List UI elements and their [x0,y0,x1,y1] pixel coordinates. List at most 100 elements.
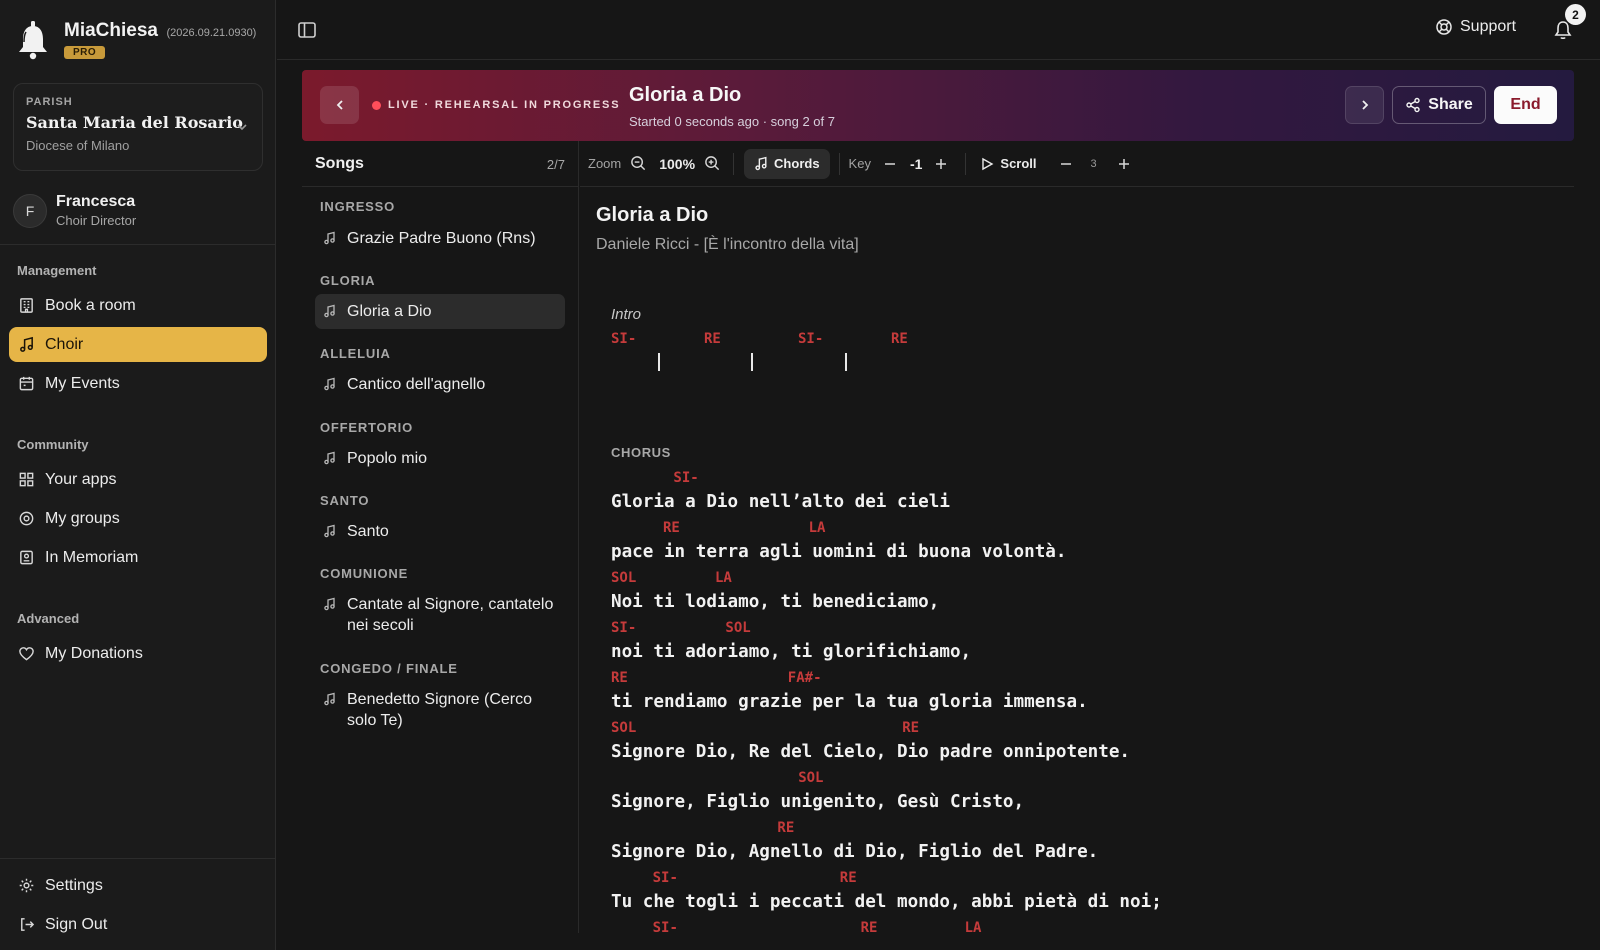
bar-line [751,353,753,371]
toolbar-divider [965,152,967,175]
sidebar-toggle-icon[interactable] [297,20,317,40]
chevron-down-icon [236,120,248,136]
divider [0,244,276,245]
song-item[interactable]: Cantico dell'agnello [315,367,565,402]
live-status: LIVE · REHEARSAL IN PROGRESS [372,99,620,111]
current-song-title: Gloria a Dio [629,84,742,106]
brand-name: MiaChiesa [64,20,158,41]
songs-count: 2/7 [546,157,565,172]
chevron-left-icon [336,100,343,110]
song-section-label: GLORIA [320,273,376,288]
music-note-icon [17,336,35,354]
music-note-icon [324,597,335,611]
song-item-label: Grazie Padre Buono (Rns) [347,230,536,247]
song-item[interactable]: Benedetto Signore (Cerco solo Te) [315,682,565,738]
song-item-active[interactable]: Gloria a Dio [315,294,565,329]
groups-icon [17,510,35,528]
scroll-slower-icon[interactable] [1057,155,1075,173]
lyric-line: Noi ti lodiamo, ti benediciamo, [611,592,940,612]
share-icon [1406,97,1420,113]
key-up-icon[interactable] [932,155,950,173]
chord-label: SI- [673,470,699,486]
key-down-icon[interactable] [881,155,899,173]
next-song-button[interactable] [1345,86,1384,124]
music-note-icon [324,377,335,391]
previous-song-button[interactable] [320,86,359,124]
building-icon [17,297,35,315]
sidebar-item-sign-out[interactable]: Sign Out [9,907,267,942]
sheet-song-author: Daniele Ricci - [È l'incontro della vita… [596,236,859,253]
support-label: Support [1460,18,1517,35]
sidebar-item-my-donations[interactable]: My Donations [9,636,267,671]
chord-label: SI- [611,620,637,636]
chords-label: Chords [774,156,820,171]
chord-label: RE [860,920,878,933]
song-section-label: CONGEDO / FINALE [320,661,458,676]
chord-label: RE [611,670,628,686]
music-note-icon [755,156,767,171]
key-label: Key [848,156,871,171]
sidebar-item-label: Your apps [45,470,117,488]
sidebar-item-my-groups[interactable]: My groups [9,501,267,536]
autoscroll-button[interactable]: Scroll [980,156,1037,171]
sidebar-item-choir[interactable]: Choir [9,327,267,362]
support-button[interactable]: Support [1435,18,1516,36]
sidebar-item-settings[interactable]: Settings [9,868,267,903]
memorial-frame-icon [17,549,35,567]
songs-title: Songs [315,155,364,172]
brand[interactable]: MiaChiesa (2026.09.21.0930) PRO [16,20,256,60]
music-note-icon [324,304,335,318]
user-profile[interactable]: F Francesca Choir Director [13,193,136,228]
divider [0,858,276,859]
sidebar-item-my-events[interactable]: My Events [9,366,267,401]
sidebar-item-label: Sign Out [45,915,108,933]
chords-toggle-button[interactable]: Chords [744,148,830,179]
sidebar-item-label: My Events [45,374,120,392]
songs-header: Songs 2/7 [302,141,579,187]
pro-badge: PRO [64,46,106,59]
parish-name: Santa Maria del Rosario [26,113,243,132]
end-rehearsal-button[interactable]: End [1494,86,1557,124]
heart-icon [17,645,35,663]
sidebar-item-your-apps[interactable]: Your apps [9,462,267,497]
lyric-line: pace in terra agli uomini di buona volon… [611,542,1067,562]
top-bar: Support 2 [277,0,1600,60]
rehearsal-progress: Started 0 seconds ago · song 2 of 7 [629,114,835,129]
share-button[interactable]: Share [1392,86,1486,124]
parish-selector[interactable]: PARISH Santa Maria del Rosario Diocese o… [13,83,263,171]
song-sheet: Gloria a Dio Daniele Ricci - [È l'incont… [580,188,1574,933]
zoom-out-icon[interactable] [629,155,647,173]
parish-label: PARISH [26,96,73,108]
music-note-icon [324,524,335,538]
grid-icon [17,471,35,489]
chevron-right-icon [1361,100,1368,110]
sheet-toolbar: Zoom 100% Chords Key -1 Scroll 3 [580,141,1574,187]
lyric-line: Signore Dio, Re del Cielo, Dio padre onn… [611,742,1131,762]
key-value: -1 [909,155,923,172]
scroll-faster-icon[interactable] [1115,155,1133,173]
sidebar-item-in-memoriam[interactable]: In Memoriam [9,540,267,575]
music-note-icon [324,692,335,706]
nav-section-management: Management [17,263,97,278]
song-item[interactable]: Grazie Padre Buono (Rns) [315,221,565,256]
song-section-label: INGRESSO [320,199,396,214]
chord-label: LA [808,520,826,536]
song-item[interactable]: Popolo mio [315,441,565,476]
chord-label: RE [777,820,795,836]
song-item[interactable]: Santo [315,514,565,549]
intro-label: Intro [611,306,642,323]
zoom-in-icon[interactable] [703,155,721,173]
lyric-line: Gloria a Dio nell’alto dei cieli [611,492,950,512]
intro-chord: SI- [611,331,637,347]
brand-version: (2026.09.21.0930) [166,27,257,39]
chord-label: SI- [652,870,678,886]
sign-out-icon [17,916,35,934]
chord-label: RE [663,520,680,536]
chord-label: SOL [611,570,637,586]
zoom-value: 100% [659,155,696,172]
music-note-icon [324,231,335,245]
chord-label: SOL [798,770,824,786]
sidebar-item-book-room[interactable]: Book a room [9,288,267,323]
song-item[interactable]: Cantate al Signore, cantatelo nei secoli [315,587,565,643]
notification-count-badge: 2 [1565,4,1586,25]
